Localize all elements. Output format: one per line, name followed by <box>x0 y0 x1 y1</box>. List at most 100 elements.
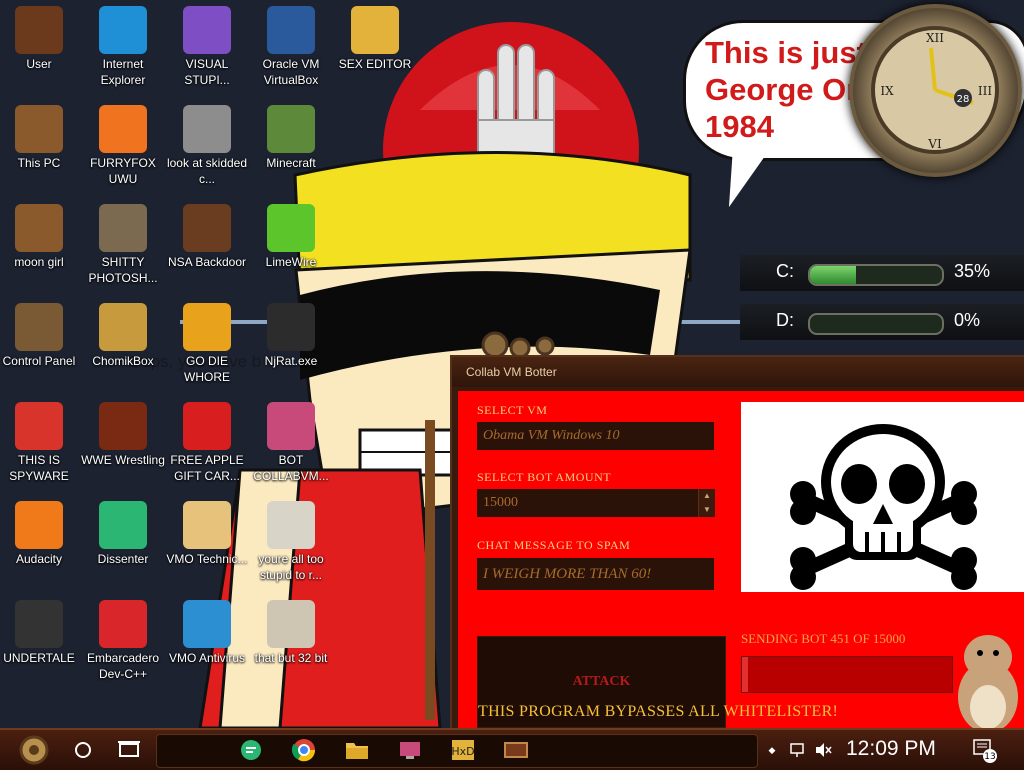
desktop-icon-label: VMO Technic... <box>166 552 248 566</box>
desktop-icon[interactable]: THIS IS SPYWARE <box>0 402 82 484</box>
desktop-icon[interactable]: VMO Technic... <box>164 501 250 567</box>
folder-icon <box>346 743 368 759</box>
drive-gauge[interactable]: D: 0% <box>740 304 1024 340</box>
desktop-icon-label: GO DIE WHORE <box>184 354 230 384</box>
portrait-icon <box>267 501 315 549</box>
window-title[interactable]: Collab VM Botter <box>452 357 1024 387</box>
network-icon[interactable] <box>788 736 810 764</box>
taskbar-hxd[interactable]: HxD <box>447 736 479 764</box>
visual-studio-icon <box>183 6 231 54</box>
desktop-icon[interactable]: moon girl <box>0 204 82 270</box>
devcpp-icon <box>99 600 147 648</box>
desktop-icon[interactable]: WWE Wrestling <box>80 402 166 468</box>
desktop-icon[interactable]: ChomikBox <box>80 303 166 369</box>
desktop-icon[interactable]: FURRYFOX UWU <box>80 105 166 187</box>
unity-icon <box>15 600 63 648</box>
desktop-icon[interactable]: youre all too stupid to r... <box>248 501 334 583</box>
desktop-icon-label: Audacity <box>15 552 63 566</box>
clock-day: 28 <box>957 94 970 105</box>
desktop-icon[interactable]: SHITTY PHOTOSH... <box>80 204 166 286</box>
hxd-icon <box>351 6 399 54</box>
speaker-muted-icon <box>816 743 832 757</box>
search-button[interactable] <box>68 736 98 764</box>
desktop-icon[interactable]: NSA Backdoor <box>164 204 250 270</box>
steampunk-clock-widget[interactable]: XII III VI IX 28 <box>849 4 1022 177</box>
desktop-icon-label: VISUAL STUPI... <box>184 57 230 87</box>
chat-message-label: CHAT MESSAGE TO SPAM <box>477 538 631 552</box>
bot-amount-input[interactable]: 15000 <box>477 489 714 517</box>
bot-collabvm-icon <box>400 742 420 759</box>
desktop-icon[interactable]: Minecraft <box>248 105 334 171</box>
gimp-icon <box>99 204 147 252</box>
nsa-backdoor-icon <box>183 204 231 252</box>
hamster-mascot-icon <box>958 635 1018 733</box>
network-icon-glyph <box>790 743 804 757</box>
desktop-icon[interactable]: that but 32 bit <box>248 600 334 666</box>
desktop-icon[interactable]: SEX EDITOR <box>332 6 418 72</box>
taskbar-clock[interactable]: 12:09 PM <box>846 737 936 761</box>
bot-amount-label: SELECT BOT AMOUNT <box>477 470 612 484</box>
desktop-icon-label: VMO Antivirus <box>168 651 246 665</box>
clock-face-icon: XII III VI IX 28 <box>871 26 999 154</box>
control-panel-icon <box>15 303 63 351</box>
drive-usage-fill <box>810 266 857 284</box>
desktop-icon[interactable]: Embarcadero Dev-C++ <box>80 600 166 682</box>
desktop-icon[interactable]: Control Panel <box>0 303 82 369</box>
start-button[interactable] <box>8 735 60 765</box>
desktop-icon[interactable]: This PC <box>0 105 82 171</box>
task-view-button[interactable] <box>114 736 144 764</box>
taskbar-steampunk-app[interactable] <box>500 736 532 764</box>
desktop-icon-label: SEX EDITOR <box>338 57 412 71</box>
window-body: SELECT VM Obama VM Windows 10 SELECT BOT… <box>458 391 1024 733</box>
desktop-icon-label: LimeWire <box>265 255 317 269</box>
sending-progress-bar <box>741 656 953 693</box>
desktop-icon[interactable]: VMO Antivirus <box>164 600 250 666</box>
desktop-icon[interactable]: BOT COLLABVM... <box>248 402 334 484</box>
spin-down-icon[interactable]: ▼ <box>698 503 715 517</box>
desktop-icon[interactable]: Internet Explorer <box>80 6 166 88</box>
desktop-icon-label: User <box>26 57 52 71</box>
bypass-notice: THIS PROGRAM BYPASSES ALL WHITELISTER! <box>478 703 839 720</box>
taskbar-file-explorer[interactable] <box>341 736 373 764</box>
collab-vm-botter-window[interactable]: Collab VM Botter SELECT VM Obama VM Wind… <box>450 355 1024 734</box>
select-vm-label: SELECT VM <box>477 403 548 417</box>
svg-text:III: III <box>978 84 992 98</box>
volume-muted-icon[interactable] <box>812 736 834 764</box>
desktop-icon-label: moon girl <box>14 255 64 269</box>
taskbar-chrome[interactable] <box>288 736 320 764</box>
steampunk-app-icon <box>504 742 528 758</box>
drive-letter: D: <box>776 310 794 330</box>
desktop-icon-label: UNDERTALE <box>3 651 75 665</box>
desktop-icon[interactable]: VISUAL STUPI... <box>164 6 250 88</box>
desktop-icon[interactable]: UNDERTALE <box>0 600 82 666</box>
desktop-icon[interactable]: FREE APPLE GIFT CAR... <box>164 402 250 484</box>
desktop-icon[interactable]: NjRat.exe <box>248 303 334 369</box>
desktop-icon-label: look at skidded c... <box>166 156 248 186</box>
desktop-icon[interactable]: Oracle VM VirtualBox <box>248 6 334 88</box>
dissenter-icon <box>241 740 261 760</box>
spin-up-icon[interactable]: ▲ <box>698 489 715 503</box>
desktop-icon-label: WWE Wrestling <box>81 453 165 467</box>
drive-gauge[interactable]: C: 35% <box>740 255 1024 291</box>
njrat-skull-icon <box>267 303 315 351</box>
select-vm-dropdown[interactable]: Obama VM Windows 10 <box>477 422 714 450</box>
chat-message-input[interactable]: I WEIGH MORE THAN 60! <box>477 558 714 590</box>
virtualbox-icon <box>267 6 315 54</box>
desktop-icon[interactable]: GO DIE WHORE <box>164 303 250 385</box>
sending-status-text: SENDING BOT 451 OF 15000 <box>741 631 906 646</box>
limewire-icon <box>267 204 315 252</box>
taskbar-bot-app[interactable] <box>394 736 426 764</box>
desktop-icon[interactable]: look at skidded c... <box>164 105 250 187</box>
desktop-icon[interactable]: Audacity <box>0 501 82 567</box>
desktop-icon[interactable]: Dissenter <box>80 501 166 567</box>
action-center-button[interactable]: 13 <box>970 736 1000 764</box>
tray-expand-icon[interactable]: ◆ <box>762 736 782 764</box>
desktop-icon[interactable]: LimeWire <box>248 204 334 270</box>
svg-text:XII: XII <box>926 31 944 45</box>
skull-preview-image <box>741 402 1024 592</box>
antivirus-shield-icon <box>183 600 231 648</box>
apple-icon <box>183 402 231 450</box>
desktop-icon[interactable]: User <box>0 6 82 72</box>
taskbar-dissenter[interactable] <box>235 736 267 764</box>
desktop-icon-label: youre all too stupid to r... <box>258 552 324 582</box>
